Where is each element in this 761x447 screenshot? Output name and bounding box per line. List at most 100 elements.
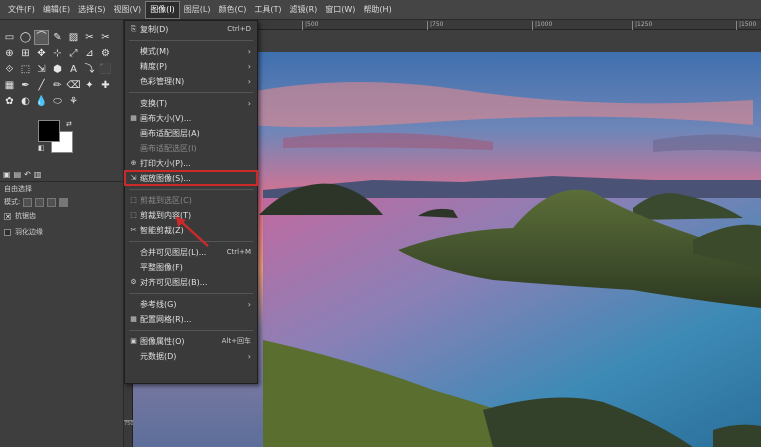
- image-menu-item-11[interactable]: ⇲ 缩放图像(S)...: [124, 170, 258, 186]
- tool-icon-1[interactable]: ◯: [18, 30, 33, 45]
- tool-icon-15[interactable]: ⬚: [18, 62, 33, 77]
- submenu-arrow-icon: ›: [247, 61, 251, 71]
- tool-icon-4[interactable]: ▨: [66, 30, 81, 45]
- ruler-top-tick: |750: [427, 21, 443, 30]
- image-menu-item-13[interactable]: ⬚ 剪裁到选区(C): [125, 193, 257, 207]
- menu-item-label: 色彩管理(N): [140, 76, 185, 86]
- menu-item-label: 合并可见图层(L)...: [140, 247, 207, 257]
- tool-icon-26[interactable]: ✦: [82, 78, 97, 93]
- tool-icon-20[interactable]: ⬛: [98, 62, 113, 77]
- menu-6[interactable]: 颜色(C): [215, 1, 251, 19]
- reset-colors-icon[interactable]: ◧: [38, 144, 45, 152]
- antialias-option[interactable]: ✕ 抗锯齿: [0, 208, 124, 224]
- image-menu-item-19[interactable]: ⚙ 对齐可见图层(B)...: [125, 275, 257, 289]
- tool-icon-16[interactable]: ⇲: [34, 62, 49, 77]
- tool-icon-28[interactable]: ✿: [2, 94, 17, 109]
- tool-icon-30[interactable]: 💧: [34, 94, 49, 109]
- foreground-color[interactable]: [38, 120, 60, 142]
- tool-icon-2[interactable]: ⌒: [34, 30, 49, 45]
- menu-9[interactable]: 窗口(W): [321, 1, 359, 19]
- image-menu-item-8[interactable]: 画布适配图层(A): [125, 126, 257, 140]
- tool-icon-17[interactable]: ⬢: [50, 62, 65, 77]
- image-menu-item-10[interactable]: ⊕ 打印大小(P)...: [125, 156, 257, 170]
- menu-separator: [129, 189, 253, 190]
- ruler-left-tick: 750: [124, 420, 134, 427]
- tool-icon-29[interactable]: ◐: [18, 94, 33, 109]
- swap-colors-icon[interactable]: ⇄: [66, 120, 72, 128]
- image-menu-item-24[interactable]: ▣ 图像属性(O) Alt+回车: [125, 334, 257, 348]
- image-menu-item-4[interactable]: 色彩管理(N) ›: [125, 74, 257, 88]
- tool-icon-0[interactable]: ▭: [2, 30, 17, 45]
- menu-1[interactable]: 编辑(E): [39, 1, 74, 19]
- image-menu-item-9[interactable]: 画布适配选区(I): [125, 141, 257, 155]
- tool-options-title: 自由选择: [4, 185, 32, 193]
- tool-icon-11[interactable]: ⤢: [66, 46, 81, 61]
- tool-icon-22[interactable]: ✒: [18, 78, 33, 93]
- image-menu-item-25[interactable]: 元数据(D) ›: [125, 349, 257, 363]
- tool-icon-10[interactable]: ⊹: [50, 46, 65, 61]
- menu-4[interactable]: 图像(I): [145, 0, 180, 19]
- device-status-tab-icon[interactable]: ▤: [14, 170, 22, 179]
- tool-icon-19[interactable]: ⤵: [82, 62, 97, 77]
- menu-item-label: 平整图像(F): [140, 262, 183, 272]
- menu-item-icon: ✂: [130, 226, 137, 234]
- tool-icon-25[interactable]: ⌫: [66, 78, 81, 93]
- tool-icon-3[interactable]: ✎: [50, 30, 65, 45]
- tool-icon-7[interactable]: ⊕: [2, 46, 17, 61]
- mode-replace-button[interactable]: [23, 197, 33, 207]
- image-menu-item-15[interactable]: ✂ 智能剪裁(Z): [125, 223, 257, 237]
- tool-icon-21[interactable]: ▦: [2, 78, 17, 93]
- tool-icon-13[interactable]: ⚙: [98, 46, 113, 61]
- mode-add-button[interactable]: [35, 197, 45, 207]
- tool-icon-24[interactable]: ✏: [50, 78, 65, 93]
- tool-icon-9[interactable]: ✥: [34, 46, 49, 61]
- menu-10[interactable]: 帮助(H): [359, 1, 395, 19]
- tool-icon-31[interactable]: ⬭: [50, 94, 65, 109]
- menu-0[interactable]: 文件(F): [4, 1, 39, 19]
- feather-option[interactable]: 羽化边缘: [0, 224, 124, 240]
- feather-checkbox[interactable]: [4, 228, 11, 236]
- mode-subtract-button[interactable]: [47, 197, 57, 207]
- tool-icon-18[interactable]: A: [66, 62, 81, 77]
- menu-item-label: 剪裁到内容(T): [140, 210, 192, 220]
- menu-2[interactable]: 选择(S): [74, 1, 109, 19]
- images-tab-icon[interactable]: ▥: [34, 170, 42, 179]
- antialias-label: 抗锯齿: [15, 212, 36, 220]
- image-menu-item-3[interactable]: 精度(P) ›: [125, 59, 257, 73]
- antialias-checkbox[interactable]: ✕: [4, 212, 11, 220]
- undo-tab-icon[interactable]: ↶: [24, 170, 31, 179]
- menu-8[interactable]: 滤镜(R): [285, 1, 321, 19]
- menu-item-label: 画布大小(V)...: [140, 113, 192, 123]
- ruler-top-tick: |1250: [632, 21, 652, 30]
- menu-item-label: 画布适配图层(A): [140, 128, 200, 138]
- tool-icon-32[interactable]: ⚘: [66, 94, 81, 109]
- tool-grid: ▭ ◯ ⌒ ✎ ▨ ✂ ✂ ⊕ ⊞ ✥ ⊹ ⤢ ⊿ ⚙ ⟐ ⬚ ⇲ ⬢ A ⤵ ⬛ ▦ ✒ ╱ ✏ ⌫ ✦ ✚ ✿ ◐ 💧 ⬭ ⚘: [2, 30, 114, 109]
- menu-5[interactable]: 图层(L): [180, 1, 215, 19]
- menu-3[interactable]: 视图(V): [109, 1, 145, 19]
- tool-icon-12[interactable]: ⊿: [82, 46, 97, 61]
- mode-intersect-button[interactable]: [59, 197, 69, 207]
- tool-icon-23[interactable]: ╱: [34, 78, 49, 93]
- image-menu-item-22[interactable]: ▦ 配置网格(R)...: [125, 312, 257, 326]
- color-swatches[interactable]: ⇄ ◧: [38, 120, 78, 160]
- image-menu-item-0[interactable]: ⎘ 复制(D) Ctrl+D: [125, 22, 257, 36]
- tool-icon-27[interactable]: ✚: [98, 78, 113, 93]
- menu-item-label: 缩放图像(S)...: [140, 173, 191, 183]
- image-menu-item-14[interactable]: ⬚ 剪裁到内容(T): [125, 208, 257, 222]
- menu-7[interactable]: 工具(T): [250, 1, 285, 19]
- tool-options-tab-icon[interactable]: ▣: [3, 170, 11, 179]
- image-menu-item-2[interactable]: 模式(M) ›: [125, 44, 257, 58]
- image-menu-item-7[interactable]: ▦ 画布大小(V)...: [125, 111, 257, 125]
- menu-item-label: 模式(M): [140, 46, 170, 56]
- image-menu-item-6[interactable]: 变换(T) ›: [125, 96, 257, 110]
- menu-item-icon: ▦: [130, 114, 137, 122]
- tool-icon-5[interactable]: ✂: [82, 30, 97, 45]
- tool-icon-14[interactable]: ⟐: [2, 62, 17, 77]
- image-menu-item-17[interactable]: 合并可见图层(L)... Ctrl+M: [125, 245, 257, 259]
- image-menu-item-18[interactable]: 平整图像(F): [125, 260, 257, 274]
- tool-icon-6[interactable]: ✂: [98, 30, 113, 45]
- image-menu-item-21[interactable]: 参考线(G) ›: [125, 297, 257, 311]
- tool-icon-8[interactable]: ⊞: [18, 46, 33, 61]
- selection-mode-row: 模式:: [0, 196, 124, 208]
- menu-item-shortcut: Alt+回车: [221, 337, 251, 345]
